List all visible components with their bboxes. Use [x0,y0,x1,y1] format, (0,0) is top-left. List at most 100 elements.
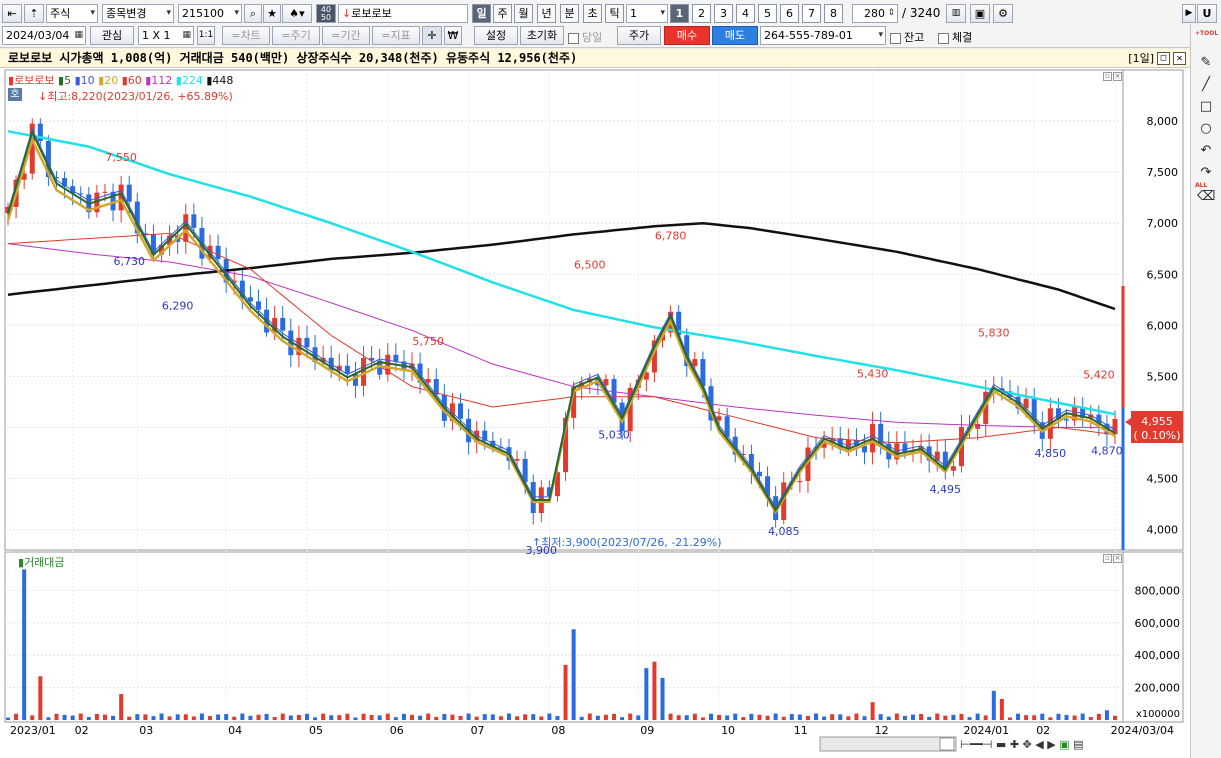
today-checkbox[interactable]: 당일 [568,29,602,45]
save-icon[interactable]: ▣ [970,4,990,23]
candle-body [457,403,463,419]
price-button[interactable]: 주가 [617,26,661,45]
volume-axis-pane [1122,551,1184,723]
volume-bar [927,716,932,720]
undo-icon[interactable]: ↶ [1197,142,1215,160]
volume-bar [418,715,423,720]
quote-tag[interactable]: 호 [8,88,22,101]
num-5[interactable]: 5 [758,4,777,23]
period-second[interactable]: 초 [583,4,602,23]
scroll-thumb[interactable] [939,737,955,751]
balance-checkbox[interactable]: 잔고 [890,29,924,45]
volume-bar [846,716,851,720]
period-tick[interactable]: 틱 [605,4,624,23]
num-3[interactable]: 3 [714,4,733,23]
volume-bar [1032,715,1037,720]
tab-cycle[interactable]: =주기 [272,26,320,45]
period-month[interactable]: 월 [514,4,533,23]
candle-body [975,423,981,429]
rectangle-icon[interactable]: □ [1197,98,1215,116]
sell-button[interactable]: 매도 [712,26,758,45]
prev-icon[interactable]: ▶ [1182,4,1196,23]
volume-bar [143,714,148,720]
chart-area[interactable]: 4,0004,5005,0005,5006,0006,5007,0007,500… [0,68,1190,758]
star-icon[interactable]: ★ [263,4,281,23]
fill-checkbox[interactable]: 체결 [938,29,972,45]
crosshair-icon[interactable]: ✛ [422,26,442,45]
account-select[interactable]: 264-555-789-01 ▾ [760,26,886,45]
period-minute[interactable]: 분 [560,4,579,23]
legend-ma-10: ▮10 [71,74,95,87]
pane-close-icon[interactable]: × [1113,72,1122,81]
layout-select[interactable]: 1 X 1 ▦ [138,26,194,45]
volume-bar [1024,715,1029,720]
reset-zoom-icon[interactable]: ▥ [946,4,966,23]
volume-bar [288,715,293,720]
volume-bar [94,713,99,720]
4050-icon[interactable]: 40 50 [316,4,336,23]
num-7[interactable]: 7 [802,4,821,23]
num-1[interactable]: 1 [670,4,689,23]
zoom-controls[interactable]: ⊢━━⊣ ▬ ✚ ✥ ◀ ▶ ▣ ▤ [960,738,1084,751]
eraser-icon[interactable]: ⌫ [1197,188,1215,206]
tick-select[interactable]: 1 ▾ [626,4,668,23]
period-year[interactable]: 년 [537,4,556,23]
volume-bar [224,714,229,720]
price-annotation: 6,780 [655,230,687,243]
num-8[interactable]: 8 [824,4,843,23]
pane-min-icon[interactable]: ▫ [1103,72,1112,81]
redo-icon[interactable]: ↷ [1197,164,1215,182]
volume-bar [539,716,544,720]
price-tick-label: 5,500 [1147,370,1179,383]
top-align-icon[interactable]: ⇡ [24,4,44,23]
volume-bar [175,714,180,720]
mode-select[interactable]: 종목변경 ▾ [102,4,174,23]
volume-title: ▮거래대금 [18,556,65,569]
reset-button[interactable]: 초기화 [520,26,564,45]
stock-code-input[interactable]: 215100 ▾ [178,4,242,23]
candle-body [280,317,286,331]
volume-bar [595,715,600,720]
scrollbar[interactable] [819,736,957,752]
pin-icon[interactable]: ⇤ [2,4,22,23]
settings-button[interactable]: 설정 [474,26,518,45]
market-select[interactable]: 주식 ▾ [46,4,98,23]
vol-pane-close-icon[interactable]: × [1113,554,1122,563]
count-input[interactable]: 280 ⇕ [852,4,898,23]
volume-bar [119,694,124,720]
side-letter-button[interactable]: U [1197,4,1217,23]
search-icon[interactable]: ⌕ [244,4,262,23]
ratio-button[interactable]: 1:1 [197,26,215,45]
num-2[interactable]: 2 [692,4,711,23]
period-week[interactable]: 주 [493,4,512,23]
gear-icon[interactable]: ⚙ [993,4,1013,23]
maximize-icon[interactable]: □ [1157,52,1170,65]
line-icon[interactable]: ╱ [1197,76,1215,94]
volume-bar [943,715,948,720]
stock-name-field[interactable]: ↓로보로보 [338,4,468,23]
won-icon[interactable]: ₩ [444,26,462,45]
candle-body [950,466,956,471]
tab-chart[interactable]: =차트 [222,26,270,45]
price-tick-label: 8,000 [1147,115,1179,128]
close-icon[interactable]: ✕ [1173,52,1186,65]
buy-button[interactable]: 매수 [664,26,710,45]
volume-bar [280,713,285,720]
spade-menu-icon[interactable]: ♠▾ [282,4,312,23]
stock-info-bar: 로보로보 시가총액 1,008(억) 거래대금 540(백만) 상장주식수 20… [0,49,1190,68]
vol-pane-min-icon[interactable]: ▫ [1103,554,1112,563]
circle-icon[interactable]: ○ [1197,120,1215,138]
x-tick-label: 08 [551,724,565,737]
volume-bar [1080,713,1085,720]
pencil-icon[interactable]: ✎ [1197,54,1215,72]
num-4[interactable]: 4 [736,4,755,23]
volume-bar [240,713,245,720]
volume-bar [199,713,204,720]
period-day[interactable]: 일 [472,4,491,23]
tab-indicator[interactable]: =지표 [372,26,420,45]
date-field[interactable]: 2024/03/04 ▦ [2,26,86,45]
num-6[interactable]: 6 [780,4,799,23]
volume-bar [102,714,107,720]
watch-button[interactable]: 관심 [90,26,134,45]
tab-period[interactable]: =기간 [322,26,370,45]
